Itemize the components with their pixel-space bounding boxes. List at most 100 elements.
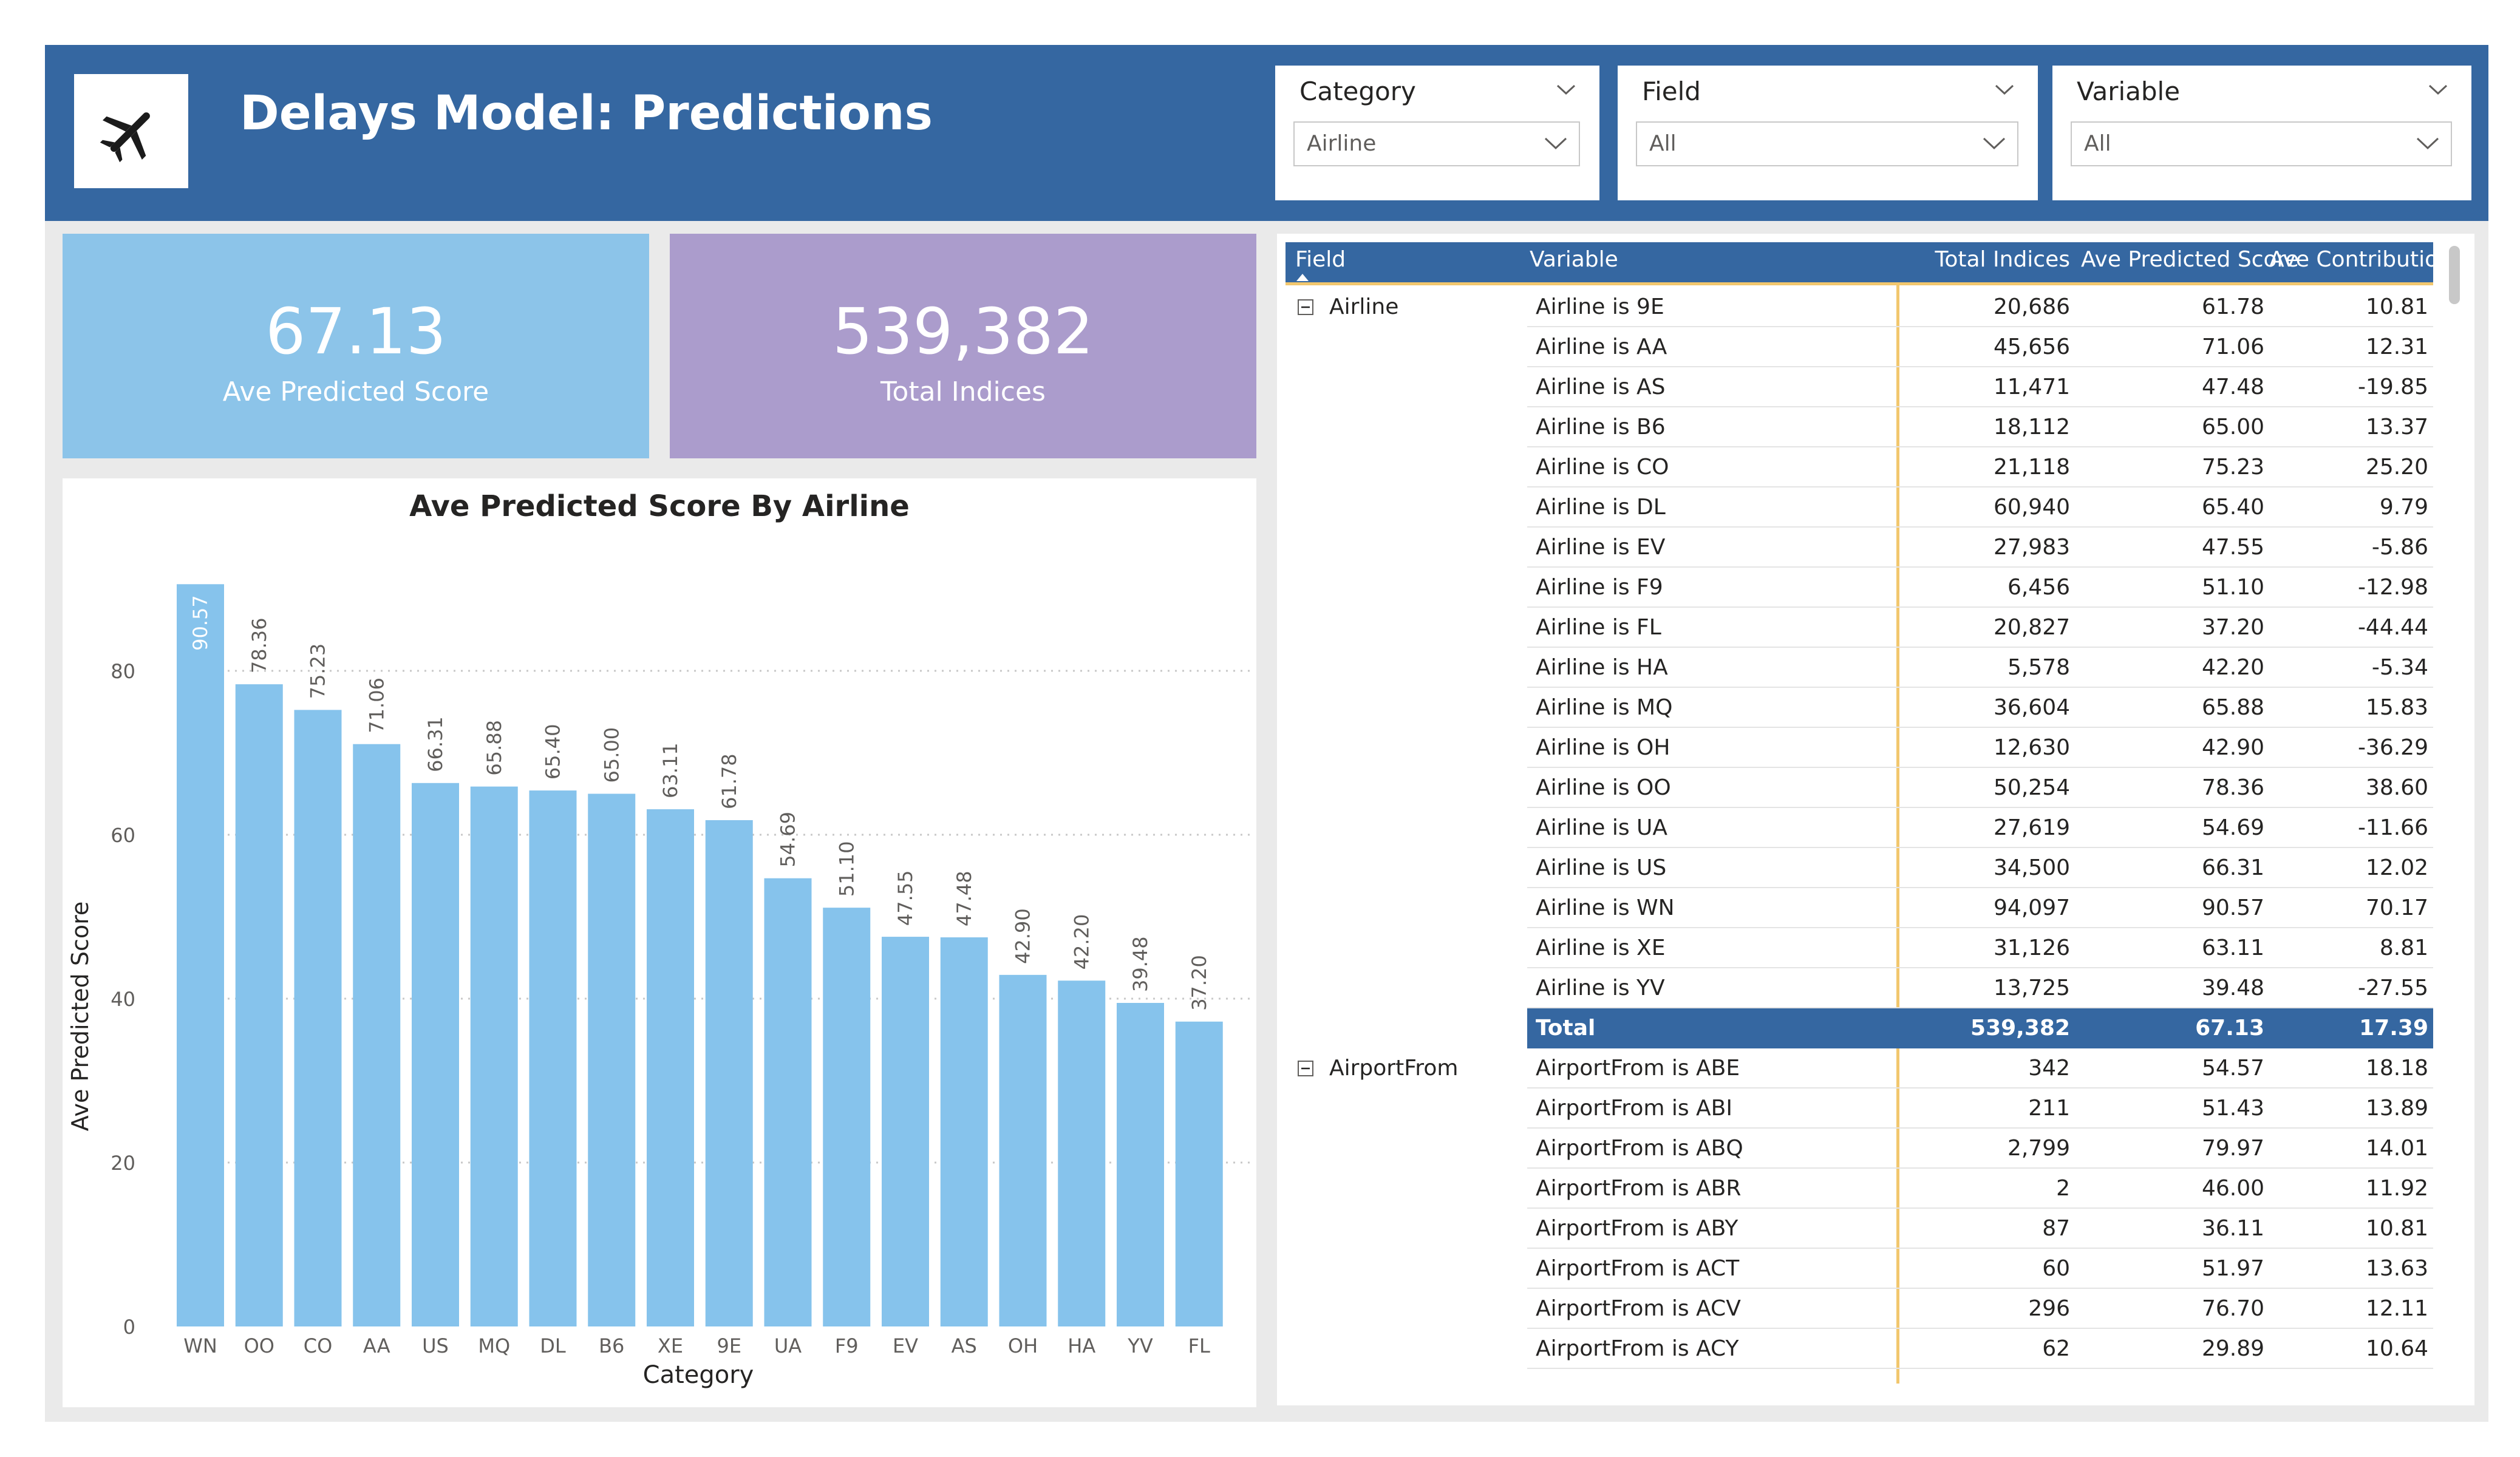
ave-contribution-total: 17.39 [2359,1016,2428,1041]
bar [470,786,518,1326]
y-tick-label: 80 [111,660,135,683]
total-indices-cell: 87 [2042,1216,2070,1241]
ave-predicted-score-cell: 65.00 [2201,415,2264,440]
variable-cell: Airline is F9 [1536,575,1663,600]
table-row[interactable]: AirportFrom is ACV 296 76.70 12.11 [1286,1289,2433,1329]
category-dropdown[interactable]: Airline [1293,121,1580,166]
kpi-card-ave-predicted-score: 67.13 Ave Predicted Score [63,234,649,458]
field-slicer[interactable]: Field All [1618,66,2038,200]
table-row[interactable]: Airline is HA 5,578 42.20 -5.34 [1286,648,2433,688]
field-group-label: AirportFrom [1329,1056,1459,1081]
y-tick-label: 0 [123,1316,135,1339]
page-title: Delays Model: Predictions [240,86,933,141]
total-indices-cell: 45,656 [1994,335,2070,359]
table-row[interactable]: AirportFrom is ABR 2 46.00 11.92 [1286,1169,2433,1209]
table-row[interactable]: Airline Airline is 9E 20,686 61.78 10.81 [1286,287,2433,327]
variable-dropdown[interactable]: All [2071,121,2452,166]
x-tick-label: OH [1008,1334,1038,1357]
collapse-icon[interactable] [1298,299,1313,315]
field-dropdown-value: All [1649,131,1677,156]
dashboard-canvas: Delays Model: Predictions Category Airli… [0,0,2520,1457]
column-header-ave-contribution[interactable]: Ave Contribution [2269,242,2452,282]
bar [412,783,459,1326]
column-header-ave-predicted-score[interactable]: Ave Predicted Score [2081,242,2299,282]
table-row[interactable]: Airline is AA 45,656 71.06 12.31 [1286,327,2433,367]
total-indices-cell: 60,940 [1994,495,2070,520]
total-indices-cell: 11,471 [1994,375,2070,399]
variable-cell: Airline is OO [1536,775,1671,800]
table-row[interactable]: Airline is B6 18,112 65.00 13.37 [1286,407,2433,447]
ave-predicted-score-cell: 66.31 [2201,855,2264,880]
total-indices-cell: 6,456 [2007,575,2070,600]
data-label: 71.06 [365,678,388,733]
data-label: 65.40 [542,724,565,779]
x-tick-label: AA [363,1334,390,1357]
ave-contribution-cell: 10.81 [2365,1216,2428,1241]
variable-cell: AirportFrom is ABI [1536,1096,1732,1121]
data-label: 47.48 [953,871,976,926]
variable-cell: Airline is XE [1536,936,1666,960]
sort-ascending-icon[interactable] [1296,274,1309,281]
table-row[interactable]: AirportFrom is ABQ 2,799 79.97 14.01 [1286,1129,2433,1169]
table-row[interactable]: Airline is EV 27,983 47.55 -5.86 [1286,528,2433,568]
variable-cell: Airline is US [1536,855,1667,880]
x-tick-label: DL [540,1334,566,1357]
kpi-card-total-indices: 539,382 Total Indices [670,234,1256,458]
data-label: 37.20 [1188,955,1211,1011]
chevron-down-icon[interactable] [1982,136,2006,151]
total-indices-cell: 94,097 [1994,895,2070,920]
total-indices-cell: 27,619 [1994,815,2070,840]
table-row[interactable]: Airline is US 34,500 66.31 12.02 [1286,848,2433,888]
column-header-variable[interactable]: Variable [1530,242,1870,282]
ave-contribution-cell: -5.86 [2371,535,2428,560]
table-row[interactable]: AirportFrom is ABY 87 36.11 10.81 [1286,1209,2433,1249]
variable-cell: Airline is HA [1536,655,1668,680]
chevron-down-icon[interactable] [1544,136,1568,151]
variable-slicer[interactable]: Variable All [2052,66,2471,200]
table-row[interactable]: Airline is CO 21,118 75.23 25.20 [1286,447,2433,487]
ave-predicted-score-cell: 36.11 [2201,1216,2264,1241]
x-tick-label: UA [774,1334,802,1357]
data-label: 65.00 [600,727,623,783]
collapse-icon[interactable] [1298,1061,1313,1076]
table-row[interactable]: AirportFrom AirportFrom is ABE 342 54.57 18.… [1286,1048,2433,1089]
bar [647,809,694,1326]
table-row[interactable]: AirportFrom is ACY 62 29.89 10.64 [1286,1329,2433,1369]
table-row[interactable]: Airline is WN 94,097 90.57 70.17 [1286,888,2433,928]
table-row[interactable]: Airline is FL 20,827 37.20 -44.44 [1286,608,2433,648]
chevron-down-icon[interactable] [1994,84,2015,96]
y-tick-label: 60 [111,824,135,847]
column-header-field[interactable]: Field [1295,242,1526,282]
data-label: 42.20 [1070,914,1093,970]
table-row[interactable]: Airline is F9 6,456 51.10 -12.98 [1286,568,2433,608]
table-row[interactable]: Airline is YV 13,725 39.48 -27.55 [1286,968,2433,1008]
bar [823,908,871,1326]
chevron-down-icon[interactable] [2428,84,2448,96]
table-row[interactable]: Airline is UA 27,619 54.69 -11.66 [1286,808,2433,848]
chevron-down-icon[interactable] [2416,136,2440,151]
table-row[interactable]: AirportFrom is ABI 211 51.43 13.89 [1286,1089,2433,1129]
table-row[interactable]: AirportFrom is ACT 60 51.97 13.63 [1286,1249,2433,1289]
kpi-value: 539,382 [832,294,1094,368]
table-row[interactable]: Airline is AS 11,471 47.48 -19.85 [1286,367,2433,407]
table-row[interactable]: Airline is XE 31,126 63.11 8.81 [1286,928,2433,968]
table-row[interactable]: Airline is MQ 36,604 65.88 15.83 [1286,688,2433,728]
table-row[interactable]: Airline is OH 12,630 42.90 -36.29 [1286,728,2433,768]
ave-contribution-cell: 12.31 [2365,335,2428,359]
bar [294,710,342,1326]
ave-predicted-score-cell: 61.78 [2201,294,2264,319]
total-indices-cell: 27,983 [1994,535,2070,560]
total-indices-cell: 36,604 [1994,695,2070,720]
table-scrollbar[interactable] [2449,246,2460,304]
chevron-down-icon[interactable] [1556,84,1576,96]
x-axis-label: Category [643,1361,754,1389]
column-header-total-indices[interactable]: Total Indices [1899,242,2081,282]
category-dropdown-value: Airline [1307,131,1377,156]
table-row[interactable]: Airline is OO 50,254 78.36 38.60 [1286,768,2433,808]
category-slicer[interactable]: Category Airline [1275,66,1599,200]
table-row[interactable]: Airline is DL 60,940 65.40 9.79 [1286,487,2433,528]
bar [999,974,1047,1326]
ave-contribution-cell: -36.29 [2357,735,2428,760]
field-dropdown[interactable]: All [1636,121,2018,166]
data-label: 75.23 [307,644,330,699]
